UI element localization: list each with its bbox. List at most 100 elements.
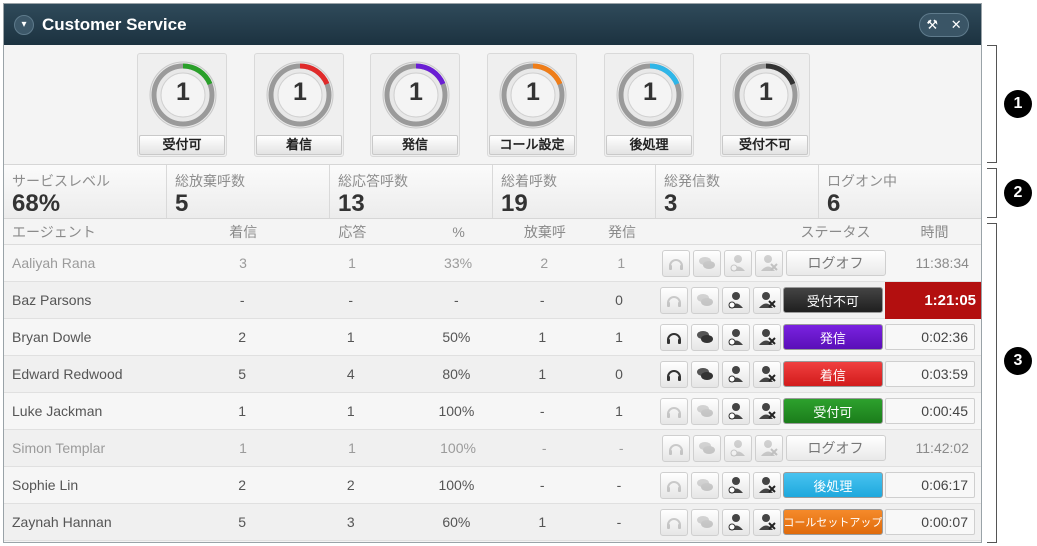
headset-icon[interactable] [662,434,691,462]
answer-percent: 60% [442,514,471,530]
outgoing-count: 1 [617,255,626,271]
callout-marker: 2 [1004,179,1032,207]
agent-name: Aaliyah Rana [12,255,96,271]
chat-icon[interactable] [690,323,719,351]
agent-clock-icon[interactable] [721,323,750,351]
time-value: 0:03:59 [885,361,976,387]
agent-clock-icon[interactable] [721,397,750,425]
stat-label: 総発信数 [664,173,720,189]
chat-icon[interactable] [693,249,722,277]
status-cell: 後処理 [781,472,885,498]
gauge-incoming[interactable]: 1 着信 [254,53,344,157]
chat-icon[interactable] [690,360,719,388]
answered-count: 3 [346,514,355,530]
agent-clock-icon[interactable] [721,360,750,388]
outgoing-count: 0 [615,292,623,308]
headset-icon[interactable] [662,249,691,277]
callout-marker: 3 [1004,347,1032,375]
agent-name: Zaynah Hannan [12,514,112,530]
col-incoming: 着信 [229,223,258,240]
gauge-ready[interactable]: 1 受付可 [137,53,227,157]
status-button[interactable]: 後処理 [782,472,883,498]
headset-icon[interactable] [659,508,688,536]
agent-clock-icon[interactable] [721,471,750,499]
gauge-call-setup[interactable]: 1 コール設定 [487,53,577,157]
agent-logout-icon[interactable] [755,249,784,277]
status-cell: 発信 [781,324,885,350]
status-button[interactable]: 受付可 [782,398,883,424]
status-cell: 受付不可 [781,287,885,313]
headset-icon[interactable] [659,323,688,351]
gauge-label: コール設定 [489,135,575,155]
agent-logout-icon[interactable] [752,508,781,536]
outgoing-count: 1 [615,329,623,345]
panel-tools: ⚒ ✕ [919,13,969,37]
headset-icon[interactable] [659,397,688,425]
time-value: 11:42:02 [915,440,969,456]
answer-percent: 50% [442,329,471,345]
agent-clock-icon[interactable] [724,249,753,277]
gauge-after-call[interactable]: 1 後処理 [604,53,694,157]
chat-icon[interactable] [690,286,719,314]
close-icon[interactable]: ✕ [951,17,962,33]
answered-count: 1 [348,255,356,271]
agent-clock-icon[interactable] [721,286,750,314]
status-button[interactable]: 着信 [782,361,883,387]
stat-service-level: サービスレベル 68% [4,165,166,218]
gauge-label: 発信 [372,135,458,155]
incoming-count: 3 [239,255,247,271]
col-time: 時間 [920,223,949,240]
panel-title: Customer Service [42,14,187,34]
incoming-count: 5 [238,514,247,530]
abandoned-count: 1 [538,514,547,530]
time-cell: 0:03:59 [885,361,981,387]
wrench-icon[interactable]: ⚒ [926,17,938,33]
incoming-count: 2 [238,329,247,345]
status-cell: コールセットアップ [781,509,885,535]
incoming-count: 1 [238,403,247,419]
gauge-value: 1 [526,78,540,106]
gauge-outgoing[interactable]: 1 発信 [370,53,460,157]
agent-logout-icon[interactable] [752,360,781,388]
status-button[interactable]: 受付不可 [782,287,883,313]
gauge-value: 1 [176,78,190,106]
agent-clock-icon[interactable] [724,434,753,462]
agent-name: Edward Redwood [12,366,123,382]
agent-logout-icon[interactable] [755,434,784,462]
answered-count: 1 [348,440,356,456]
headset-icon[interactable] [659,360,688,388]
chat-icon[interactable] [693,434,722,462]
status-button[interactable]: ログオフ [785,435,886,461]
answered-count: 1 [346,329,355,345]
gauge-unavailable[interactable]: 1 受付不可 [720,53,810,157]
status-button[interactable]: 発信 [782,324,883,350]
stat-value: 5 [175,190,189,217]
agent-clock-icon[interactable] [721,508,750,536]
stat-abandoned: 総放棄呼数 5 [166,165,329,218]
outgoing-count: - [618,440,624,456]
chat-icon[interactable] [690,471,719,499]
callout-marker: 1 [1004,90,1032,118]
gauge-value: 1 [293,78,307,106]
abandoned-count: - [539,292,545,308]
gauge-label: 受付可 [139,135,225,155]
collapse-icon[interactable]: ▾ [14,14,34,35]
col-percent: % [452,223,465,240]
chat-icon[interactable] [690,397,719,425]
col-outgoing: 発信 [607,223,636,240]
headset-icon[interactable] [659,471,688,499]
stat-value: 6 [827,190,841,217]
chat-icon[interactable] [690,508,719,536]
status-button[interactable]: ログオフ [785,250,886,276]
headset-icon[interactable] [659,286,688,314]
agent-logout-icon[interactable] [752,471,781,499]
stat-value: 13 [338,190,365,217]
agent-logout-icon[interactable] [752,397,781,425]
agent-logout-icon[interactable] [752,323,781,351]
abandoned-count: - [539,477,545,493]
table-row: Sophie Lin 2 2 100% - - 後処理 0:06:17 [4,467,981,504]
stat-label: ログオン中 [827,173,897,189]
agent-logout-icon[interactable] [752,286,781,314]
status-button[interactable]: コールセットアップ [782,509,883,535]
agent-name: Bryan Dowle [12,329,92,345]
